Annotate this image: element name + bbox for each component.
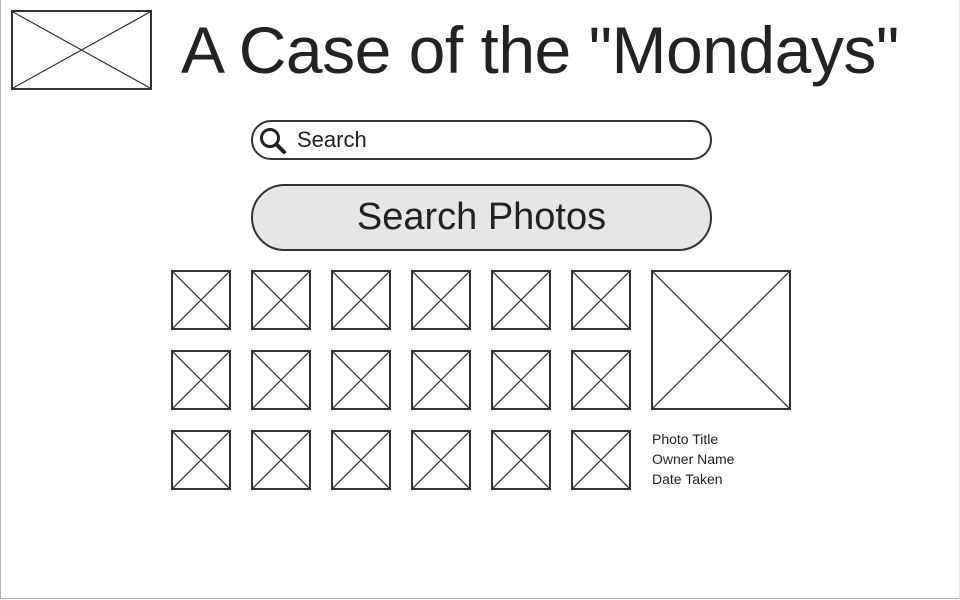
image-placeholder-icon: [253, 352, 309, 408]
image-placeholder-icon: [413, 272, 469, 328]
photo-thumbnail[interactable]: [411, 430, 471, 490]
photo-thumbnail[interactable]: [491, 270, 551, 330]
image-placeholder-icon: [173, 272, 229, 328]
photo-thumbnail[interactable]: [411, 270, 471, 330]
photo-thumbnail[interactable]: [571, 270, 631, 330]
search-photos-button[interactable]: Search Photos: [251, 184, 712, 251]
photo-thumbnail[interactable]: [571, 350, 631, 410]
date-taken: Date Taken: [652, 471, 723, 487]
photo-thumbnail[interactable]: [411, 350, 471, 410]
image-placeholder-icon: [253, 272, 309, 328]
photo-preview: [651, 270, 791, 410]
image-placeholder-icon: [573, 272, 629, 328]
photo-thumbnail[interactable]: [171, 270, 231, 330]
search-icon[interactable]: [258, 126, 288, 156]
photo-thumbnail[interactable]: [251, 350, 311, 410]
photo-thumbnail[interactable]: [251, 270, 311, 330]
image-placeholder-icon: [333, 352, 389, 408]
photo-details: Photo Title Owner Name Date Taken: [652, 429, 734, 489]
photo-thumbnail[interactable]: [571, 430, 631, 490]
photo-thumbnail[interactable]: [331, 430, 391, 490]
photo-thumbnail[interactable]: [331, 350, 391, 410]
image-placeholder-icon: [573, 432, 629, 488]
image-placeholder-icon: [253, 432, 309, 488]
photo-thumbnail[interactable]: [491, 350, 551, 410]
image-placeholder-icon: [333, 272, 389, 328]
image-placeholder-icon: [413, 432, 469, 488]
image-placeholder-icon: [493, 432, 549, 488]
owner-name: Owner Name: [652, 451, 735, 467]
search-box[interactable]: [251, 120, 712, 160]
image-placeholder-icon: [493, 272, 549, 328]
image-placeholder-icon: [653, 272, 789, 408]
image-placeholder-icon: [13, 12, 150, 88]
photo-thumbnail[interactable]: [331, 270, 391, 330]
image-placeholder-icon: [413, 352, 469, 408]
image-placeholder-icon: [333, 432, 389, 488]
image-placeholder-icon: [573, 352, 629, 408]
photo-thumbnail[interactable]: [491, 430, 551, 490]
photo-title: Photo Title: [652, 431, 719, 447]
photo-thumbnail[interactable]: [171, 430, 231, 490]
page-title: A Case of the "Mondays": [181, 13, 899, 87]
photo-thumbnail[interactable]: [251, 430, 311, 490]
search-input[interactable]: [297, 124, 697, 156]
image-placeholder-icon: [173, 352, 229, 408]
image-placeholder-icon: [493, 352, 549, 408]
page: A Case of the "Mondays" Search Photos Ph…: [0, 0, 960, 599]
photo-thumbnail[interactable]: [171, 350, 231, 410]
logo: [11, 10, 152, 90]
image-placeholder-icon: [173, 432, 229, 488]
